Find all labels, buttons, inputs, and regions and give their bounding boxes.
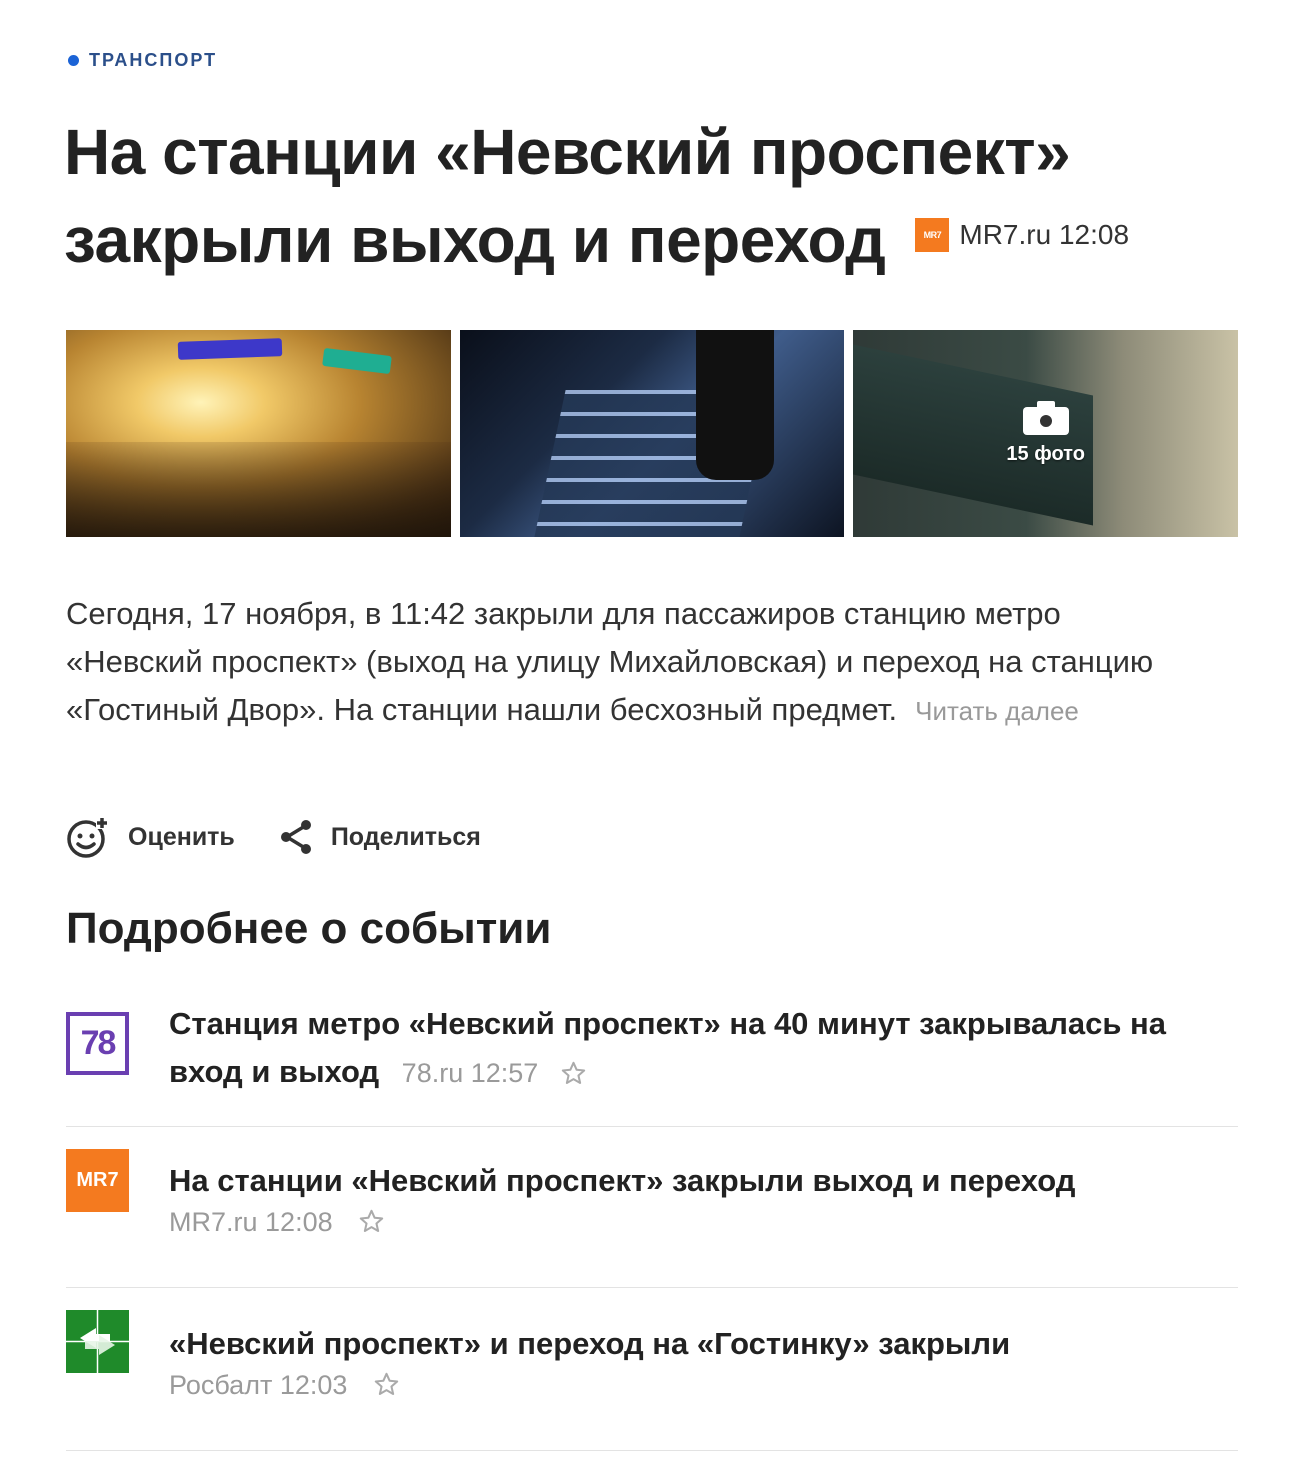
rate-label: Оценить bbox=[128, 822, 235, 851]
related-source[interactable]: 78.ru bbox=[402, 1058, 464, 1088]
related-meta: MR7.ru 12:08 bbox=[169, 1207, 1238, 1238]
related-meta: Росбалт 12:03 bbox=[169, 1370, 1238, 1401]
related-title[interactable]: Станция метро «Невский проспект» на 40 м… bbox=[169, 1006, 1166, 1089]
rate-button[interactable]: Оценить bbox=[66, 815, 235, 859]
photo-platform[interactable]: 15 фото bbox=[853, 330, 1239, 537]
photo-station-hall[interactable] bbox=[66, 330, 451, 537]
related-time: 12:03 bbox=[279, 1370, 348, 1400]
related-meta: 78.ru 12:57 bbox=[402, 1058, 588, 1089]
related-news-list: 78 Станция метро «Невский проспект» на 4… bbox=[66, 990, 1238, 1451]
source-logo-rosbalt bbox=[66, 1310, 129, 1373]
star-icon[interactable] bbox=[560, 1060, 587, 1087]
related-item[interactable]: 78 Станция метро «Невский проспект» на 4… bbox=[66, 990, 1238, 1127]
share-button[interactable]: Поделиться bbox=[279, 819, 481, 855]
share-label: Поделиться bbox=[330, 822, 481, 851]
source-meta: MR7.ru 12:08 bbox=[959, 191, 1129, 279]
camera-icon bbox=[1022, 401, 1069, 435]
star-icon[interactable] bbox=[358, 1208, 385, 1235]
metro-sign-blue bbox=[177, 338, 283, 360]
related-source-time: MR7.ru 12:08 bbox=[169, 1207, 333, 1237]
related-item-text: На станции «Невский проспект» закрыли вы… bbox=[169, 1127, 1238, 1287]
source-logo-mr7: MR7 bbox=[66, 1149, 129, 1212]
photo-count: 15 фото bbox=[1006, 443, 1085, 465]
article-source[interactable]: MR7 MR7.ru 12:08 bbox=[915, 191, 1129, 279]
article-actions: Оценить Поделиться bbox=[66, 815, 481, 859]
related-source[interactable]: MR7.ru bbox=[169, 1207, 258, 1237]
photo-count-overlay[interactable]: 15 фото bbox=[853, 330, 1238, 537]
source-time: 12:08 bbox=[1058, 219, 1130, 251]
photo-escalator[interactable] bbox=[459, 330, 845, 537]
crowd-shadow bbox=[66, 442, 451, 537]
related-item[interactable]: «Невский проспект» и переход на «Гостинк… bbox=[66, 1288, 1238, 1451]
related-title[interactable]: На станции «Невский проспект» закрыли вы… bbox=[169, 1157, 1238, 1205]
share-icon bbox=[280, 820, 311, 854]
star-icon[interactable] bbox=[373, 1371, 400, 1398]
source-name: MR7.ru bbox=[959, 219, 1052, 251]
related-item-text: Станция метро «Невский проспект» на 40 м… bbox=[169, 990, 1238, 1126]
source-logo-78: 78 bbox=[66, 1012, 129, 1075]
related-source[interactable]: Росбалт bbox=[169, 1370, 272, 1400]
category-label: ТРАНСПОРТ bbox=[89, 50, 218, 70]
article-title[interactable]: На станции «Невский проспект» закрыли вы… bbox=[64, 108, 1244, 289]
news-story-page: ТРАНСПОРТ На станции «Невский проспект» … bbox=[0, 0, 1301, 1473]
metro-sign-green bbox=[322, 347, 392, 375]
related-time: 12:57 bbox=[470, 1058, 539, 1088]
read-more-link[interactable]: Читать далее bbox=[915, 696, 1079, 726]
related-time: 12:08 bbox=[265, 1207, 333, 1237]
photo-gallery: 15 фото bbox=[66, 330, 1239, 537]
source-logo: MR7 bbox=[915, 218, 950, 253]
passenger-legs bbox=[695, 330, 774, 480]
related-item[interactable]: MR7 На станции «Невский проспект» закрыл… bbox=[66, 1127, 1238, 1288]
smiley-plus-icon bbox=[67, 817, 108, 858]
rosbalt-arrows-icon bbox=[66, 1310, 129, 1373]
related-source-time: 78.ru 12:57 bbox=[402, 1058, 539, 1089]
related-section-title: Подробнее о событии bbox=[66, 904, 552, 953]
category-tag[interactable]: ТРАНСПОРТ bbox=[68, 50, 217, 71]
related-title[interactable]: «Невский проспект» и переход на «Гостинк… bbox=[169, 1320, 1238, 1368]
article-summary: Сегодня, 17 ноября, в 11:42 закрыли для … bbox=[66, 590, 1206, 735]
related-source-time: Росбалт 12:03 bbox=[169, 1370, 347, 1400]
category-dot-icon bbox=[68, 55, 79, 66]
related-item-text: «Невский проспект» и переход на «Гостинк… bbox=[169, 1288, 1238, 1450]
